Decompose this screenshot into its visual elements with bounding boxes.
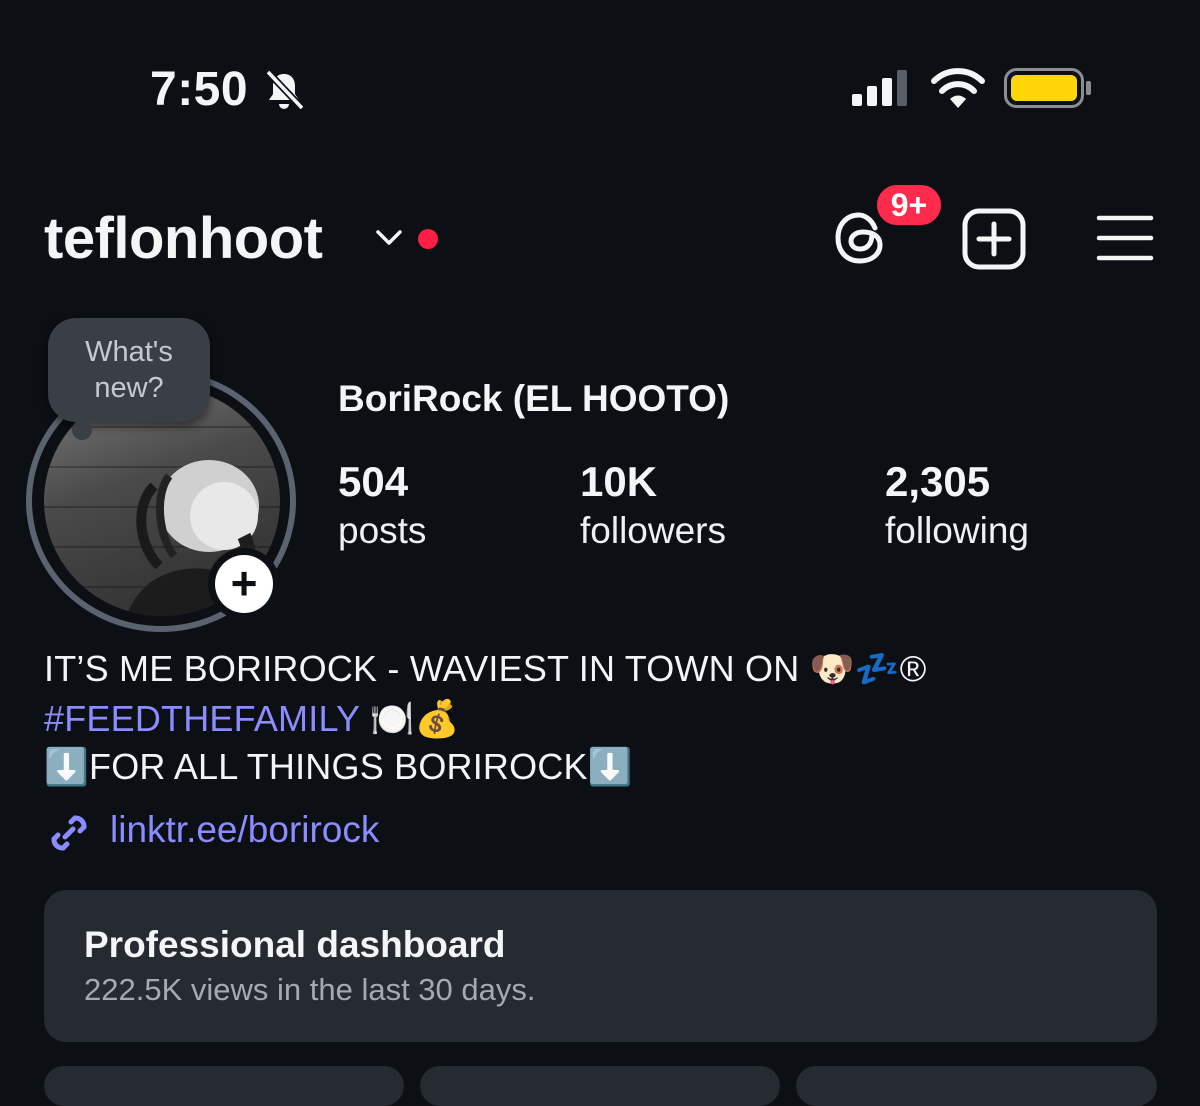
bio-link[interactable]: linktr.ee/borirock	[110, 809, 379, 851]
following-label[interactable]: following	[885, 510, 1029, 552]
username-switcher[interactable]: teflonhoot	[44, 205, 323, 272]
share-profile-button[interactable]	[420, 1066, 780, 1106]
note-line-2: new?	[94, 372, 164, 404]
posts-label[interactable]: posts	[338, 510, 426, 552]
professional-dashboard-card[interactable]	[44, 890, 1157, 1042]
note-bubble-tail	[72, 420, 92, 440]
followers-label[interactable]: followers	[580, 510, 726, 552]
bio-line-1: IT’S ME BORIROCK - WAVIEST IN TOWN ON 🐶💤…	[44, 648, 927, 689]
bio-line-3: ⬇️FOR ALL THINGS BORIROCK⬇️	[44, 746, 633, 787]
bell-slash-icon	[265, 69, 305, 111]
cellular-signal-icon	[852, 70, 907, 106]
posts-count[interactable]: 504	[338, 458, 408, 506]
dashboard-title: Professional dashboard	[84, 924, 506, 965]
wifi-icon	[931, 68, 985, 108]
chevron-down-icon[interactable]	[374, 226, 404, 250]
contact-button[interactable]	[796, 1066, 1157, 1106]
notification-badge[interactable]: 9+	[874, 182, 944, 228]
display-name: BoriRock (EL HOOTO)	[338, 378, 730, 419]
create-plus-icon[interactable]	[962, 208, 1026, 270]
dashboard-subtitle: 222.5K views in the last 30 days.	[84, 972, 536, 1007]
note-line-1: What's	[85, 336, 173, 368]
status-dot	[418, 229, 438, 249]
battery-icon	[1004, 68, 1091, 108]
status-time: 7:50	[150, 63, 249, 116]
link-icon	[51, 815, 87, 851]
menu-icon[interactable]	[1096, 212, 1154, 264]
following-count[interactable]: 2,305	[885, 458, 990, 506]
plus-icon: +	[215, 555, 273, 613]
bio-hashtag-line[interactable]: #FEEDTHEFAMILY 🍽️💰	[44, 698, 460, 740]
edit-profile-button[interactable]	[44, 1066, 404, 1106]
note-bubble[interactable]: What's new?	[48, 318, 210, 422]
add-story-button[interactable]: +	[208, 548, 280, 620]
followers-count[interactable]: 10K	[580, 458, 657, 506]
